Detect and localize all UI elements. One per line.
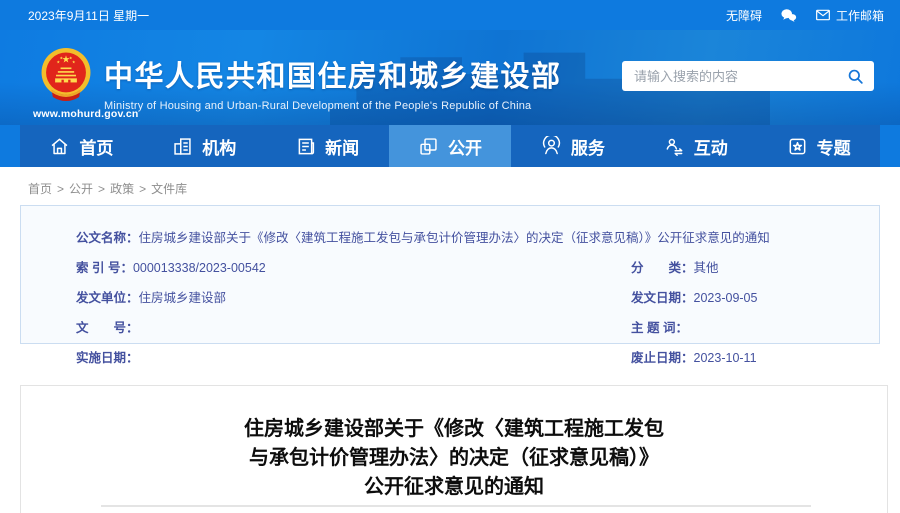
doc-name-row: 公文名称：住房城乡建设部关于《修改〈建筑工程施工发包与承包计价管理办法〉的决定（… [76, 227, 879, 246]
site-title-block[interactable]: 中华人民共和国住房和城乡建设部 Ministry of Housing and … [104, 53, 562, 112]
subject-words-label: 主 题 词： [631, 321, 688, 335]
organization-icon [174, 137, 191, 155]
site-url: www.mohurd.gov.cn [33, 108, 139, 120]
mail-icon [816, 9, 830, 21]
national-emblem-block: www.mohurd.gov.cn [33, 47, 139, 120]
category-label: 分 类： [631, 261, 694, 275]
index-number-value: 000013338/2023-00542 [132, 261, 266, 275]
china-national-emblem-icon [41, 48, 91, 102]
home-icon [52, 138, 68, 154]
nav-item-organization[interactable]: 机构 [143, 125, 266, 167]
wechat-icon[interactable] [780, 8, 797, 23]
news-icon [298, 138, 315, 154]
disclosure-icon [420, 137, 437, 155]
ministry-name-en: Ministry of Housing and Urban-Rural Deve… [104, 100, 532, 112]
meta-row-index: 索 引 号：000013338/2023-00542 分 类：其他 [76, 257, 879, 276]
top-utility-bar: 2023年9月11日 星期一 无障碍 工作邮箱 [0, 0, 900, 30]
primary-nav: 首页 机构 新闻 公开 服务 互动 专题 [20, 125, 880, 167]
current-date: 2023年9月11日 星期一 [28, 8, 150, 23]
issuing-unit-value: 住房城乡建设部 [138, 291, 227, 305]
nav-item-disclosure[interactable]: 公开 [388, 125, 512, 167]
index-number-label: 索 引 号： [76, 261, 133, 275]
breadcrumb-separator: > [139, 182, 147, 196]
nav-item-news[interactable]: 新闻 [266, 125, 389, 167]
breadcrumb: 首页 > 公开 > 政策 > 文件库 [28, 180, 900, 197]
service-icon [542, 135, 560, 154]
accessibility-link[interactable]: 无障碍 [726, 7, 762, 24]
doc-name-label: 公文名称： [76, 231, 139, 245]
article-panel: 住房城乡建设部关于《修改〈建筑工程施工发包 与承包计价管理办法〉的决定（征求意见… [20, 385, 888, 513]
doc-name-value: 住房城乡建设部关于《修改〈建筑工程施工发包与承包计价管理办法〉的决定（征求意见稿… [138, 231, 770, 245]
site-masthead: www.mohurd.gov.cn 中华人民共和国住房和城乡建设部 Minist… [0, 30, 900, 125]
issuing-unit-label: 发文单位： [76, 291, 139, 305]
meta-row-dates: 实施日期： 废止日期：2023-10-11 [76, 347, 879, 366]
notice-title-line-1: 住房城乡建设部关于《修改〈建筑工程施工发包 [244, 418, 664, 440]
document-metadata-panel: 公文名称：住房城乡建设部关于《修改〈建筑工程施工发包与承包计价管理办法〉的决定（… [20, 205, 880, 365]
search-button[interactable] [846, 67, 865, 86]
search-icon [848, 69, 863, 84]
notice-title-line-3: 公开征求意见的通知 [364, 476, 544, 498]
notice-title-line-2: 与承包计价管理办法〉的决定（征求意见稿）》 [249, 447, 659, 469]
nav-item-topics[interactable]: 专题 [757, 125, 880, 167]
work-mailbox-link[interactable]: 工作邮箱 [815, 7, 884, 24]
meta-row-issuer: 发文单位：住房城乡建设部 发文日期：2023-09-05 [76, 287, 879, 306]
topics-icon [789, 138, 805, 154]
ministry-name-cn: 中华人民共和国住房和城乡建设部 [104, 61, 562, 93]
issue-date-value: 2023-09-05 [693, 291, 758, 305]
category-value: 其他 [693, 261, 719, 275]
doc-number-label: 文 号： [76, 321, 139, 335]
article-divider [101, 505, 811, 507]
breadcrumb-policy[interactable]: 政策 [110, 182, 134, 196]
nav-item-service[interactable]: 服务 [511, 125, 634, 167]
search-input[interactable] [634, 68, 846, 84]
nav-item-home[interactable]: 首页 [20, 125, 143, 167]
breadcrumb-home[interactable]: 首页 [28, 182, 52, 196]
breadcrumb-file-library[interactable]: 文件库 [151, 182, 187, 196]
nav-item-interaction[interactable]: 互动 [634, 125, 757, 167]
meta-row-doc-number: 文 号： 主 题 词： [76, 317, 879, 336]
implementation-date-label: 实施日期： [76, 351, 139, 365]
breadcrumb-separator: > [57, 182, 65, 196]
site-search [622, 61, 874, 91]
primary-nav-strip: 首页 机构 新闻 公开 服务 互动 专题 [0, 125, 900, 167]
interaction-icon [666, 138, 683, 156]
breadcrumb-disclosure[interactable]: 公开 [69, 182, 93, 196]
repeal-date-value: 2023-10-11 [693, 351, 757, 365]
notice-title: 住房城乡建设部关于《修改〈建筑工程施工发包 与承包计价管理办法〉的决定（征求意见… [21, 415, 887, 502]
mohurd-webpage: 2023年9月11日 星期一 无障碍 工作邮箱 www.mohurd.gov.c… [0, 0, 900, 513]
breadcrumb-separator: > [98, 182, 106, 196]
repeal-date-label: 废止日期： [631, 351, 694, 365]
issue-date-label: 发文日期： [631, 291, 694, 305]
